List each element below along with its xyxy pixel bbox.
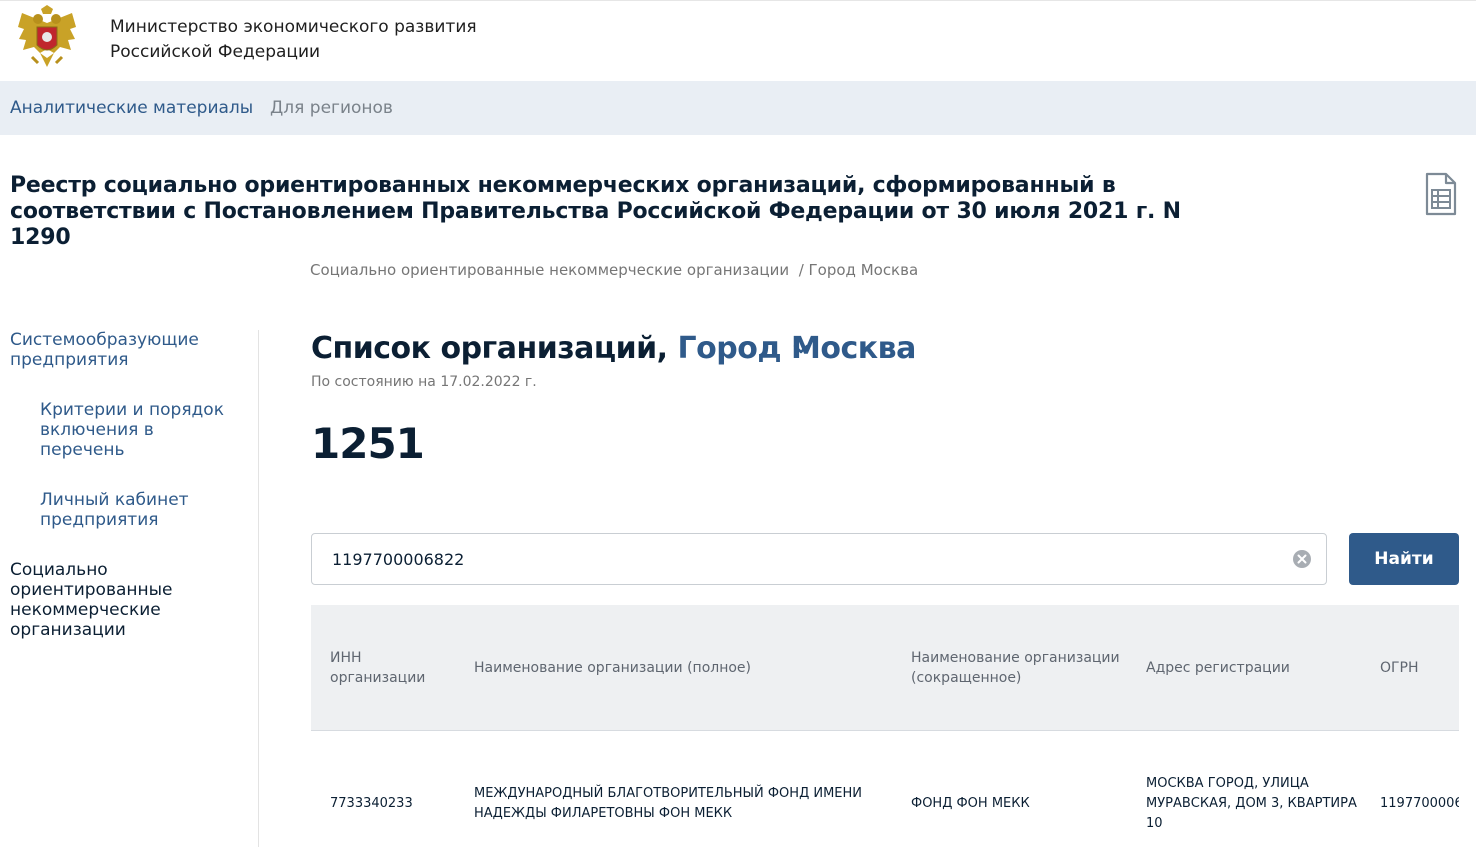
column-header-inn: ИНН организации <box>330 650 426 686</box>
organizations-table: ИНН организации Наименование организации… <box>311 605 1459 847</box>
list-heading: Список организаций, Город Москва <box>311 330 916 368</box>
chevron-down-icon[interactable] <box>790 338 812 360</box>
column-header-address: Адрес регистрации <box>1146 660 1290 676</box>
document-list-icon[interactable] <box>1424 172 1458 216</box>
column-header-short-name: Наименование организации (сокращенное) <box>911 650 1120 686</box>
ministry-name-line1: Министерство экономического развития <box>110 17 477 37</box>
search-button[interactable]: Найти <box>1349 533 1459 585</box>
breadcrumb-current: Город Москва <box>808 261 919 279</box>
as-of-date: По состоянию на 17.02.2022 г. <box>311 374 537 390</box>
sidebar-item-system-enterprises[interactable]: Системообразующие предприятия <box>10 330 230 370</box>
clear-icon[interactable] <box>1292 549 1312 569</box>
page-title: Реестр социально ориентированных некомме… <box>10 173 1181 250</box>
cell-full-name: МЕЖДУНАРОДНЫЙ БЛАГОТВОРИТЕЛЬНЫЙ ФОНД ИМЕ… <box>474 786 863 821</box>
cell-ogrn: 1197700006822 <box>1380 796 1459 811</box>
list-heading-text: Список организаций, <box>311 331 668 366</box>
sidebar-item-socially-oriented-nko[interactable]: Социально ориентированные некоммерческие… <box>10 560 210 640</box>
search-box <box>311 533 1327 585</box>
main-nav: Аналитические материалы Для регионов <box>0 81 1476 135</box>
ministry-name[interactable]: Министерство экономического развития Рос… <box>110 15 477 65</box>
site-header: Министерство экономического развития Рос… <box>0 0 1476 82</box>
column-header-ogrn: ОГРН <box>1380 660 1419 676</box>
search-input[interactable] <box>332 534 1282 584</box>
coat-of-arms-icon[interactable] <box>14 5 80 75</box>
nav-item-analytics[interactable]: Аналитические материалы <box>10 97 253 119</box>
cell-short-name: ФОНД ФОН МЕКК <box>911 796 1030 811</box>
breadcrumb-separator: / <box>798 261 804 279</box>
ministry-name-line2: Российской Федерации <box>110 42 321 62</box>
table-header: ИНН организации Наименование организации… <box>311 605 1459 731</box>
cell-address: МОСКВА ГОРОД, УЛИЦА МУРАВСКАЯ, ДОМ 3, КВ… <box>1146 776 1357 831</box>
sidebar-item-criteria[interactable]: Критерии и порядок включения в перечень <box>40 400 240 460</box>
column-header-full-name: Наименование организации (полное) <box>474 660 752 676</box>
sidebar-item-personal-account[interactable]: Личный кабинет предприятия <box>40 490 240 530</box>
cell-inn: 7733340233 <box>330 796 413 811</box>
breadcrumb: Социально ориентированные некоммерческие… <box>310 260 918 280</box>
nav-item-regions[interactable]: Для регионов <box>270 97 393 119</box>
sidebar: Системообразующие предприятия Критерии и… <box>0 330 259 847</box>
organization-count: 1251 <box>311 419 425 468</box>
breadcrumb-parent[interactable]: Социально ориентированные некоммерческие… <box>310 261 789 279</box>
